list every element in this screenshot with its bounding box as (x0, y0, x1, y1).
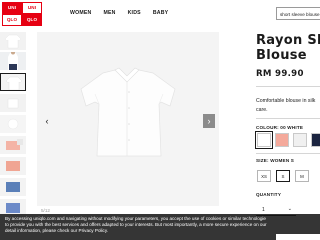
nav-men[interactable]: MEN (103, 10, 115, 16)
next-image-button[interactable]: › (203, 114, 215, 128)
logo-cell: QLO (22, 14, 42, 26)
thumbnail[interactable] (0, 136, 26, 154)
thumbnail[interactable] (0, 32, 26, 50)
thumbnail[interactable] (0, 115, 26, 133)
uniqlo-logo[interactable]: UNI UNI QLO QLO (2, 2, 42, 26)
size-option-m[interactable]: M (295, 170, 309, 182)
description-line: care. (256, 106, 268, 113)
main-nav: WOMEN MEN KIDS BABY (70, 10, 180, 16)
color-label: COLOUR: 00 WHITE (256, 125, 304, 130)
thumbnail[interactable] (0, 178, 26, 196)
chevron-right-icon: › (207, 116, 211, 126)
size-option-s[interactable]: S (276, 170, 290, 182)
thumbnail[interactable] (0, 94, 26, 112)
description-line: Comfortable blouse in silk (256, 98, 316, 104)
cookie-accept-button[interactable] (276, 234, 320, 240)
thumbnail[interactable] (0, 52, 26, 70)
color-swatch-white[interactable] (255, 131, 273, 149)
nav-kids[interactable]: KIDS (128, 10, 141, 16)
nav-baby[interactable]: BABY (153, 10, 169, 16)
product-title-line: Blouse (256, 48, 307, 63)
thumbnail[interactable] (0, 157, 26, 175)
search-input[interactable]: short sleeve blouse (276, 7, 320, 20)
cookie-banner: By accessing uniqlo.com and navigating w… (0, 214, 320, 240)
logo-cell: UNI (2, 2, 22, 14)
nav-women[interactable]: WOMEN (70, 10, 91, 16)
blouse-image (37, 32, 219, 206)
size-option-xs[interactable]: XS (257, 170, 271, 182)
color-swatch-light[interactable] (293, 133, 307, 147)
image-counter: 5/12 (41, 208, 50, 213)
product-title: Rayon Sho Blouse (256, 33, 320, 63)
site-header: UNI UNI QLO QLO WOMEN MEN KIDS BABY shor… (0, 0, 320, 28)
quantity-value: 1 (262, 207, 265, 213)
divider (256, 86, 320, 87)
chevron-left-icon: ‹ (45, 116, 49, 126)
color-swatch-pink[interactable] (275, 133, 289, 147)
chevron-down-icon: ⌄ (287, 206, 292, 212)
thumbnail-selected[interactable] (0, 73, 26, 91)
product-price: RM 99.90 (256, 69, 304, 79)
logo-cell: QLO (2, 14, 22, 26)
cookie-text-line: detail information, please check our Pri… (5, 228, 109, 234)
main-product-image: ‹ › (37, 32, 219, 206)
product-description: Comfortable blouse in silk care. (256, 97, 320, 114)
logo-cell: UNI (22, 2, 42, 14)
prev-image-button[interactable]: ‹ (41, 114, 53, 128)
quantity-label: QUANTITY (256, 192, 282, 197)
product-title-line: Rayon Sho (256, 33, 320, 48)
color-swatch-navy[interactable] (311, 133, 320, 147)
size-label: SIZE: WOMEN S (256, 158, 295, 163)
divider (256, 153, 320, 154)
divider (256, 118, 320, 119)
